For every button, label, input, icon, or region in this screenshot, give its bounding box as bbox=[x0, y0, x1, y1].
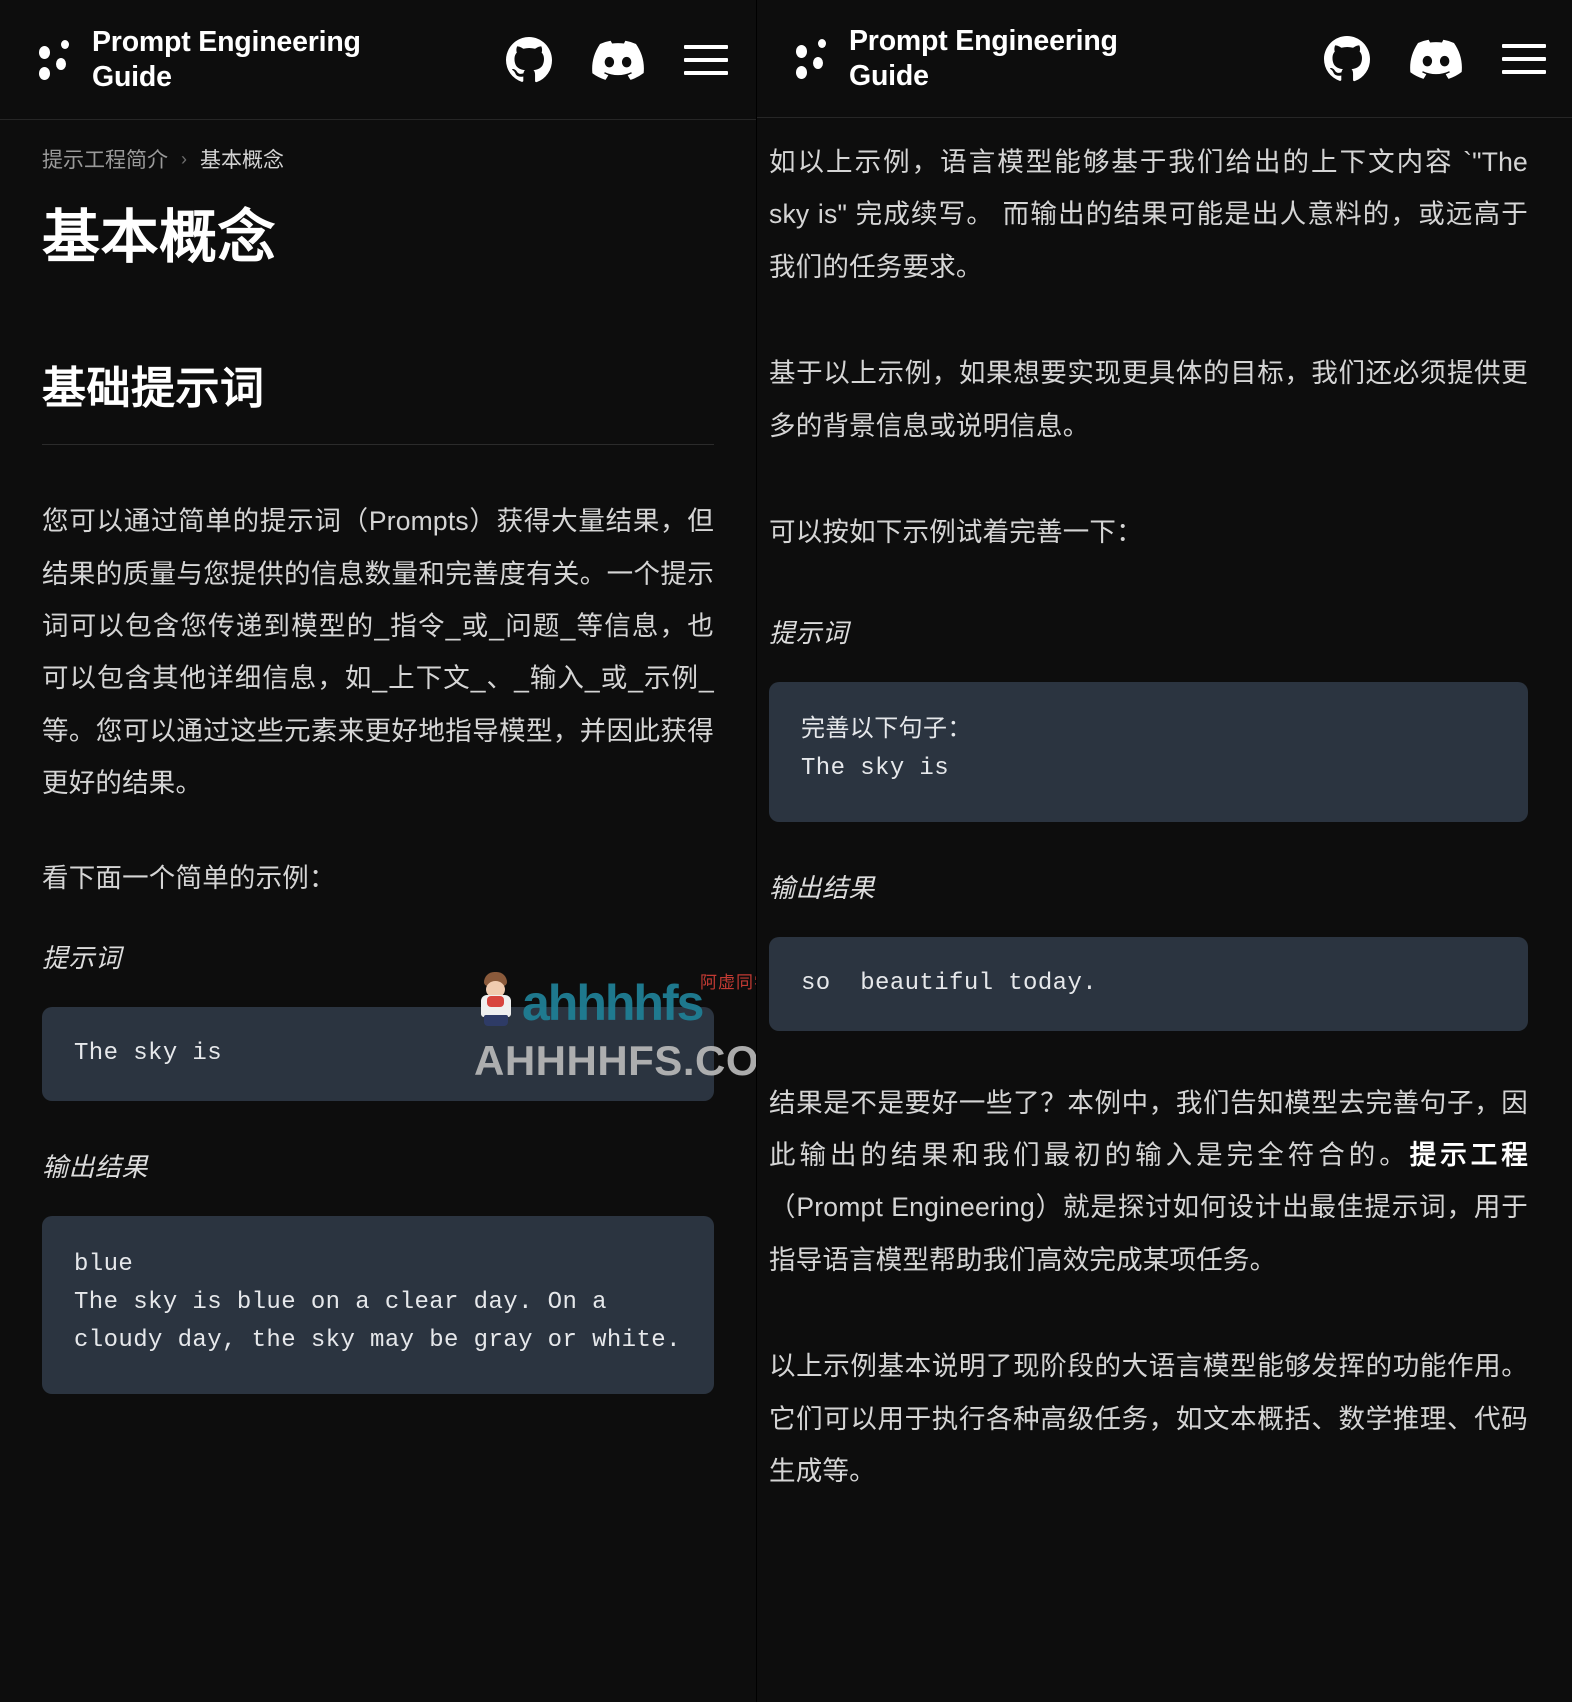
hamburger-menu-icon[interactable] bbox=[1502, 39, 1546, 79]
paragraph-try-lead: 可以按如下示例试着完善一下： bbox=[769, 517, 1143, 548]
page-title: 基本概念 bbox=[42, 205, 277, 270]
github-icon[interactable] bbox=[502, 33, 556, 87]
breadcrumb-parent[interactable]: 提示工程简介 bbox=[42, 144, 168, 174]
menu-bar bbox=[684, 44, 728, 49]
paragraph-summary: 以上示例基本说明了现阶段的大语言模型能够发挥的功能作用。它们可以用于执行各种高级… bbox=[769, 1351, 1528, 1487]
brand-title[interactable]: Prompt Engineering Guide bbox=[849, 24, 1179, 94]
right-panel: Prompt Engineering Guide 如以上示例，语言模型能够基于我… bbox=[756, 0, 1572, 1702]
prompt-code-block: The sky is bbox=[42, 1007, 714, 1102]
menu-bar bbox=[684, 70, 728, 75]
logo-dots-icon[interactable] bbox=[36, 36, 80, 84]
paragraph-intro: 您可以通过简单的提示词（Prompts）获得大量结果，但结果的质量与您提供的信息… bbox=[42, 506, 714, 799]
output-label: 输出结果 bbox=[769, 872, 876, 903]
paragraph-continuation: 如以上示例，语言模型能够基于我们给出的上下文内容 `"The sky is" 完… bbox=[769, 147, 1528, 282]
output-code-block: so beautiful today. bbox=[769, 936, 1528, 1031]
menu-bar bbox=[684, 57, 728, 62]
output-label: 输出结果 bbox=[42, 1152, 149, 1183]
menu-bar bbox=[1502, 69, 1546, 74]
logo-dots-icon[interactable] bbox=[793, 35, 837, 83]
right-content: 如以上示例，语言模型能够基于我们给出的上下文内容 `"The sky is" 完… bbox=[757, 118, 1572, 1498]
prompt-label: 提示词 bbox=[769, 617, 849, 648]
breadcrumb: 提示工程简介 › 基本概念 bbox=[42, 144, 714, 174]
conclusion-part-2: （Prompt Engineering）就是探讨如何设计出最佳提示词，用于指导语… bbox=[769, 1192, 1528, 1275]
section-title: 基础提示词 bbox=[42, 363, 714, 446]
conclusion-bold-term: 提示工程 bbox=[1409, 1140, 1528, 1170]
output-code-block: blue The sky is blue on a clear day. On … bbox=[42, 1216, 714, 1394]
breadcrumb-current: 基本概念 bbox=[200, 149, 284, 172]
prompt-label: 提示词 bbox=[42, 943, 122, 974]
left-content: 提示工程简介 › 基本概念 基本概念 基础提示词 您可以通过简单的提示词（Pro… bbox=[0, 120, 756, 1394]
screenshot-root: Prompt Engineering Guide 提示工程简介 › 基本概念 基… bbox=[0, 0, 1572, 1702]
paragraph-conclusion: 结果是不是要好一些了？本例中，我们告知模型去完善句子，因此输出的结果和我们最初的… bbox=[769, 1077, 1528, 1287]
chevron-right-icon: › bbox=[181, 148, 187, 169]
github-icon[interactable] bbox=[1320, 32, 1374, 86]
site-header-right: Prompt Engineering Guide bbox=[757, 0, 1572, 118]
discord-icon[interactable] bbox=[590, 38, 646, 82]
prompt-code-block: 完善以下句子： The sky is bbox=[769, 681, 1528, 822]
discord-icon[interactable] bbox=[1408, 37, 1464, 81]
menu-bar bbox=[1502, 43, 1546, 48]
brand-title[interactable]: Prompt Engineering Guide bbox=[92, 25, 422, 95]
left-panel: Prompt Engineering Guide 提示工程简介 › 基本概念 基… bbox=[0, 0, 756, 1702]
site-header-left: Prompt Engineering Guide bbox=[0, 0, 756, 120]
hamburger-menu-icon[interactable] bbox=[684, 40, 728, 80]
paragraph-more-context: 基于以上示例，如果想要实现更具体的目标，我们还必须提供更多的背景信息或说明信息。 bbox=[769, 358, 1528, 441]
paragraph-example-lead: 看下面一个简单的示例： bbox=[42, 862, 336, 893]
menu-bar bbox=[1502, 56, 1546, 61]
